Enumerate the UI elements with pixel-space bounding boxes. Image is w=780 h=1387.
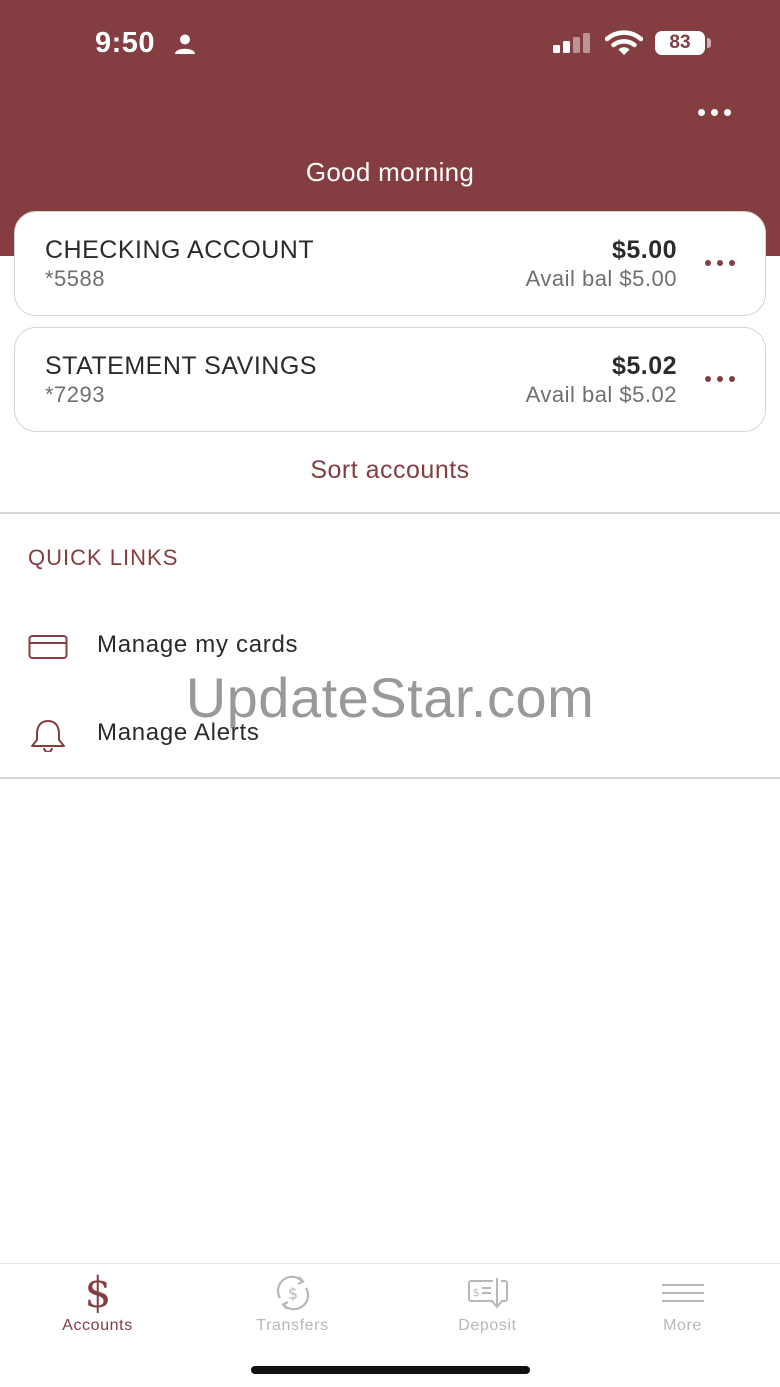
- more-horizontal-icon[interactable]: [698, 104, 738, 120]
- available-balance: Avail bal $5.02: [525, 382, 677, 407]
- tab-label: Transfers: [256, 1317, 329, 1334]
- tab-label: Accounts: [62, 1317, 133, 1334]
- quick-link-manage-cards[interactable]: Manage my cards: [0, 616, 780, 676]
- tab-transfers[interactable]: $ Transfers: [195, 1264, 390, 1344]
- check-deposit-icon: $: [468, 1278, 508, 1309]
- account-number: *7293: [45, 382, 106, 407]
- account-number: *5588: [45, 266, 106, 291]
- account-options-icon[interactable]: [705, 256, 741, 270]
- svg-text:$: $: [473, 1286, 480, 1299]
- svg-text:$: $: [288, 1284, 298, 1303]
- quick-link-label: Manage Alerts: [97, 719, 260, 746]
- credit-card-icon: [28, 635, 68, 659]
- signal-icon: [553, 33, 590, 53]
- transfer-dollar-icon: $: [276, 1275, 310, 1311]
- quick-links-heading: QUICK LINKS: [28, 545, 179, 570]
- menu-icon: [662, 1284, 704, 1302]
- tab-label: More: [663, 1317, 702, 1334]
- account-options-icon[interactable]: [705, 372, 741, 386]
- battery-cap: [707, 38, 711, 48]
- home-indicator: [251, 1366, 530, 1374]
- battery-level: 83: [669, 32, 691, 53]
- account-card-savings[interactable]: STATEMENT SAVINGS *7293 $5.02 Avail bal …: [14, 327, 766, 432]
- account-name: STATEMENT SAVINGS: [45, 352, 317, 380]
- account-name: CHECKING ACCOUNT: [45, 236, 315, 264]
- greeting: Good morning: [305, 157, 475, 187]
- dollar-icon: $: [84, 1268, 112, 1317]
- available-balance: Avail bal $5.00: [525, 266, 677, 291]
- quick-link-label: Manage my cards: [97, 631, 299, 658]
- divider: [0, 777, 780, 779]
- tab-deposit[interactable]: $ Deposit: [390, 1264, 585, 1344]
- bell-icon: [31, 720, 65, 752]
- tab-more[interactable]: More: [585, 1264, 780, 1344]
- sort-accounts-link[interactable]: Sort accounts: [0, 456, 780, 485]
- person-icon: [175, 34, 195, 54]
- tab-label: Deposit: [458, 1317, 517, 1334]
- battery-indicator: 83: [655, 31, 705, 55]
- account-card-checking[interactable]: CHECKING ACCOUNT *5588 $5.00 Avail bal $…: [14, 211, 766, 316]
- tab-accounts[interactable]: $ Accounts: [0, 1264, 195, 1344]
- wifi-icon: [605, 30, 643, 55]
- divider: [0, 512, 780, 514]
- status-time: 9:50: [95, 27, 156, 59]
- account-balance: $5.00: [611, 236, 677, 264]
- quick-link-manage-alerts[interactable]: Manage Alerts: [0, 704, 780, 764]
- account-balance: $5.02: [611, 352, 677, 380]
